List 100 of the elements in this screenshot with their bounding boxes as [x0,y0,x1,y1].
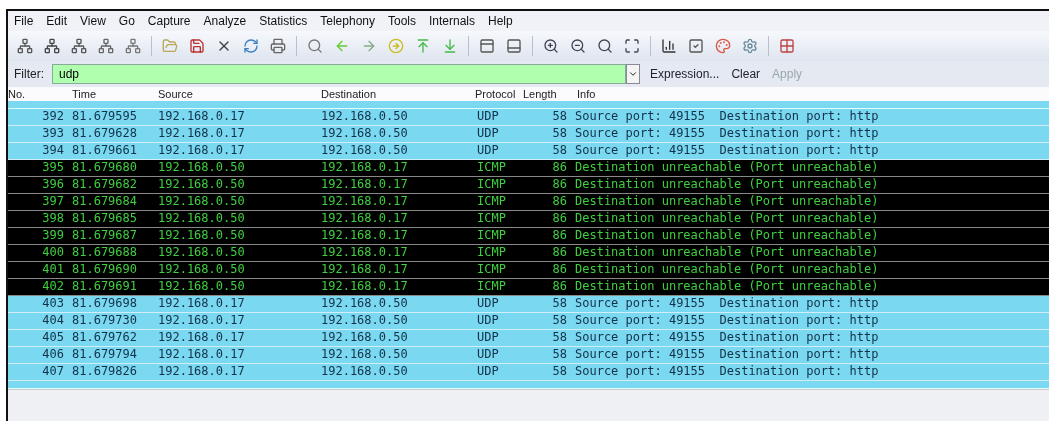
table-cell-text: 81.679595 [71,109,139,125]
refresh-icon[interactable] [242,37,260,55]
table-cell-text: 400 [41,245,65,261]
dropdown-button[interactable] [626,64,640,84]
menu-item[interactable]: Telephony [320,14,375,28]
menu-item[interactable]: Tools [388,14,416,28]
table-cell-text: 192.168.0.17 [157,330,246,346]
menu-item[interactable]: Edit [46,14,68,28]
table-cell-text: 81.679685 [71,211,139,227]
table-cell-text: 86 [551,177,568,193]
column-header[interactable]: Info [571,87,1049,101]
table-cell-text: 58 [551,364,568,380]
menu-item[interactable]: Help [488,14,513,28]
menu-item[interactable]: Go [118,14,135,28]
table-cell-text: Source port: 49155 Destination port: http [574,296,880,312]
zoom-icon[interactable] [596,37,614,55]
column-header[interactable]: No. [8,87,68,101]
table-cell-text: 81.679680 [71,160,139,176]
checkbox-icon[interactable] [687,37,705,55]
table-cell-text: 81.679826 [71,364,139,380]
packet-row[interactable]: 392 81.679595 192.168.0.17 192.168.0.50 UDP 58 Source port: 49155 Destination port: http [8,109,1049,126]
table-cell-text: 192.168.0.50 [157,279,246,295]
table-cell-text: 192.168.0.50 [157,262,246,278]
packet-row[interactable]: 401 81.679690 192.168.0.50 192.168.0.17 ICMP 86 Destination unreachable (Port unreachable) [8,262,1049,279]
packet-row[interactable]: 399 81.679687 192.168.0.50 192.168.0.17 ICMP 86 Destination unreachable (Port unreachable) [8,228,1049,245]
table-cell-text: 81.679628 [71,126,139,142]
packet-row[interactable]: 406 81.679794 192.168.0.17 192.168.0.50 UDP 58 Source port: 49155 Destination port: http [8,347,1049,364]
packet-row[interactable]: 398 81.679685 192.168.0.50 192.168.0.17 ICMP 86 Destination unreachable (Port unreachable) [8,211,1049,228]
filter-field[interactable]: udp [52,64,626,84]
table-cell-text: Destination unreachable (Port unreachable) [574,194,880,210]
table-cell-text: 397 [41,194,65,210]
table-cell-text: UDP [476,143,500,159]
packet-row[interactable]: 393 81.679628 192.168.0.17 192.168.0.50 UDP 58 Source port: 49155 Destination port: http [8,126,1049,143]
printer-icon[interactable] [269,37,287,55]
resize-icon[interactable] [623,37,641,55]
table-cell-text: 192.168.0.17 [157,109,246,125]
packet-row[interactable]: 400 81.679688 192.168.0.50 192.168.0.17 ICMP 86 Destination unreachable (Port unreachable) [8,245,1049,262]
packet-row[interactable]: 407 81.679826 192.168.0.17 192.168.0.50 UDP 58 Source port: 49155 Destination port: http [8,364,1049,381]
menu-item[interactable]: Analyze [203,14,247,28]
packet-row[interactable]: 403 81.679698 192.168.0.17 192.168.0.50 UDP 58 Source port: 49155 Destination port: http [8,296,1049,313]
column-header[interactable]: Protocol [473,87,521,101]
menu-item[interactable]: Statistics [259,14,308,28]
packet-row[interactable]: 402 81.679691 192.168.0.50 192.168.0.17 ICMP 86 Destination unreachable (Port unreachable) [8,279,1049,296]
filter-button[interactable]: Expression... [648,67,722,81]
zoom-in-icon[interactable] [542,37,560,55]
table-cell-text: 396 [41,177,65,193]
table-cell-text: UDP [476,330,500,346]
settings-icon[interactable] [741,37,759,55]
table-cell-text: 192.168.0.17 [320,245,409,261]
packet-row[interactable]: 396 81.679682 192.168.0.50 192.168.0.17 ICMP 86 Destination unreachable (Port unreachable) [8,177,1049,194]
table-cell-text: 192.168.0.50 [320,347,409,363]
table-cell-text: 81.679730 [71,313,139,329]
table-cell-text: 86 [551,160,568,176]
menu-item[interactable]: File [14,14,34,28]
table-cell-text: ICMP [476,177,507,193]
packet-row[interactable]: 395 81.679680 192.168.0.50 192.168.0.17 ICMP 86 Destination unreachable (Port unreachable) [8,160,1049,177]
menu-item[interactable]: View [80,14,106,28]
grid-icon[interactable] [778,37,796,55]
table-cell-text: Source port: 49155 Destination port: http [574,313,880,329]
table-cell-text: 58 [551,330,568,346]
filter-button[interactable]: Clear [729,67,763,81]
table-cell-text: Destination unreachable (Port unreachable) [574,211,880,227]
chart-icon[interactable] [660,37,678,55]
packet-row[interactable]: 405 81.679762 192.168.0.17 192.168.0.50 UDP 58 Source port: 49155 Destination port: http [8,330,1049,347]
table-cell-text: 192.168.0.17 [320,279,409,295]
panel-icon[interactable] [478,37,496,55]
table-cell-text: 192.168.0.50 [320,364,409,380]
table-cell-text: 86 [551,279,568,295]
save-icon[interactable] [188,37,206,55]
table-cell-text: 395 [41,160,65,176]
table-cell-text: 58 [551,126,568,142]
panel-icon[interactable] [505,37,523,55]
table-cell-text: 192.168.0.50 [320,143,409,159]
palette-icon[interactable] [714,37,732,55]
column-header[interactable]: Time [68,87,154,101]
table-cell-text: Destination unreachable (Port unreachable) [574,228,880,244]
menu-item[interactable]: Internals [429,14,476,28]
table-cell-text: 404 [41,313,65,329]
zoom-out-icon[interactable] [569,37,587,55]
packet-row[interactable]: 404 81.679730 192.168.0.17 192.168.0.50 UDP 58 Source port: 49155 Destination port: http [8,313,1049,330]
table-cell-text: 192.168.0.17 [320,262,409,278]
search-icon[interactable] [306,37,324,55]
table-cell-text: 393 [41,126,65,142]
table-cell-text: 192.168.0.17 [320,211,409,227]
packet-row[interactable]: 394 81.679661 192.168.0.17 192.168.0.50 UDP 58 Source port: 49155 Destination port: http [8,143,1049,160]
packet-row[interactable]: 397 81.679684 192.168.0.50 192.168.0.17 ICMP 86 Destination unreachable (Port unreachable) [8,194,1049,211]
menu-item[interactable]: Capture [147,14,191,28]
table-cell-text: 86 [551,211,568,227]
table-cell-text: 192.168.0.17 [157,364,246,380]
table-cell-text: 192.168.0.50 [157,211,246,227]
table-cell-text: 192.168.0.50 [320,296,409,312]
table-cell-text: 86 [551,194,568,210]
table-cell-text: 401 [41,262,65,278]
table-cell-text: ICMP [476,245,507,261]
column-header[interactable]: Length [521,87,571,101]
column-header[interactable]: Source [154,87,317,101]
table-cell-text: 81.679687 [71,228,139,244]
table-cell-text: Destination unreachable (Port unreachable) [574,245,880,261]
table-cell-text: 398 [41,211,65,227]
column-header[interactable]: Destination [317,87,473,101]
